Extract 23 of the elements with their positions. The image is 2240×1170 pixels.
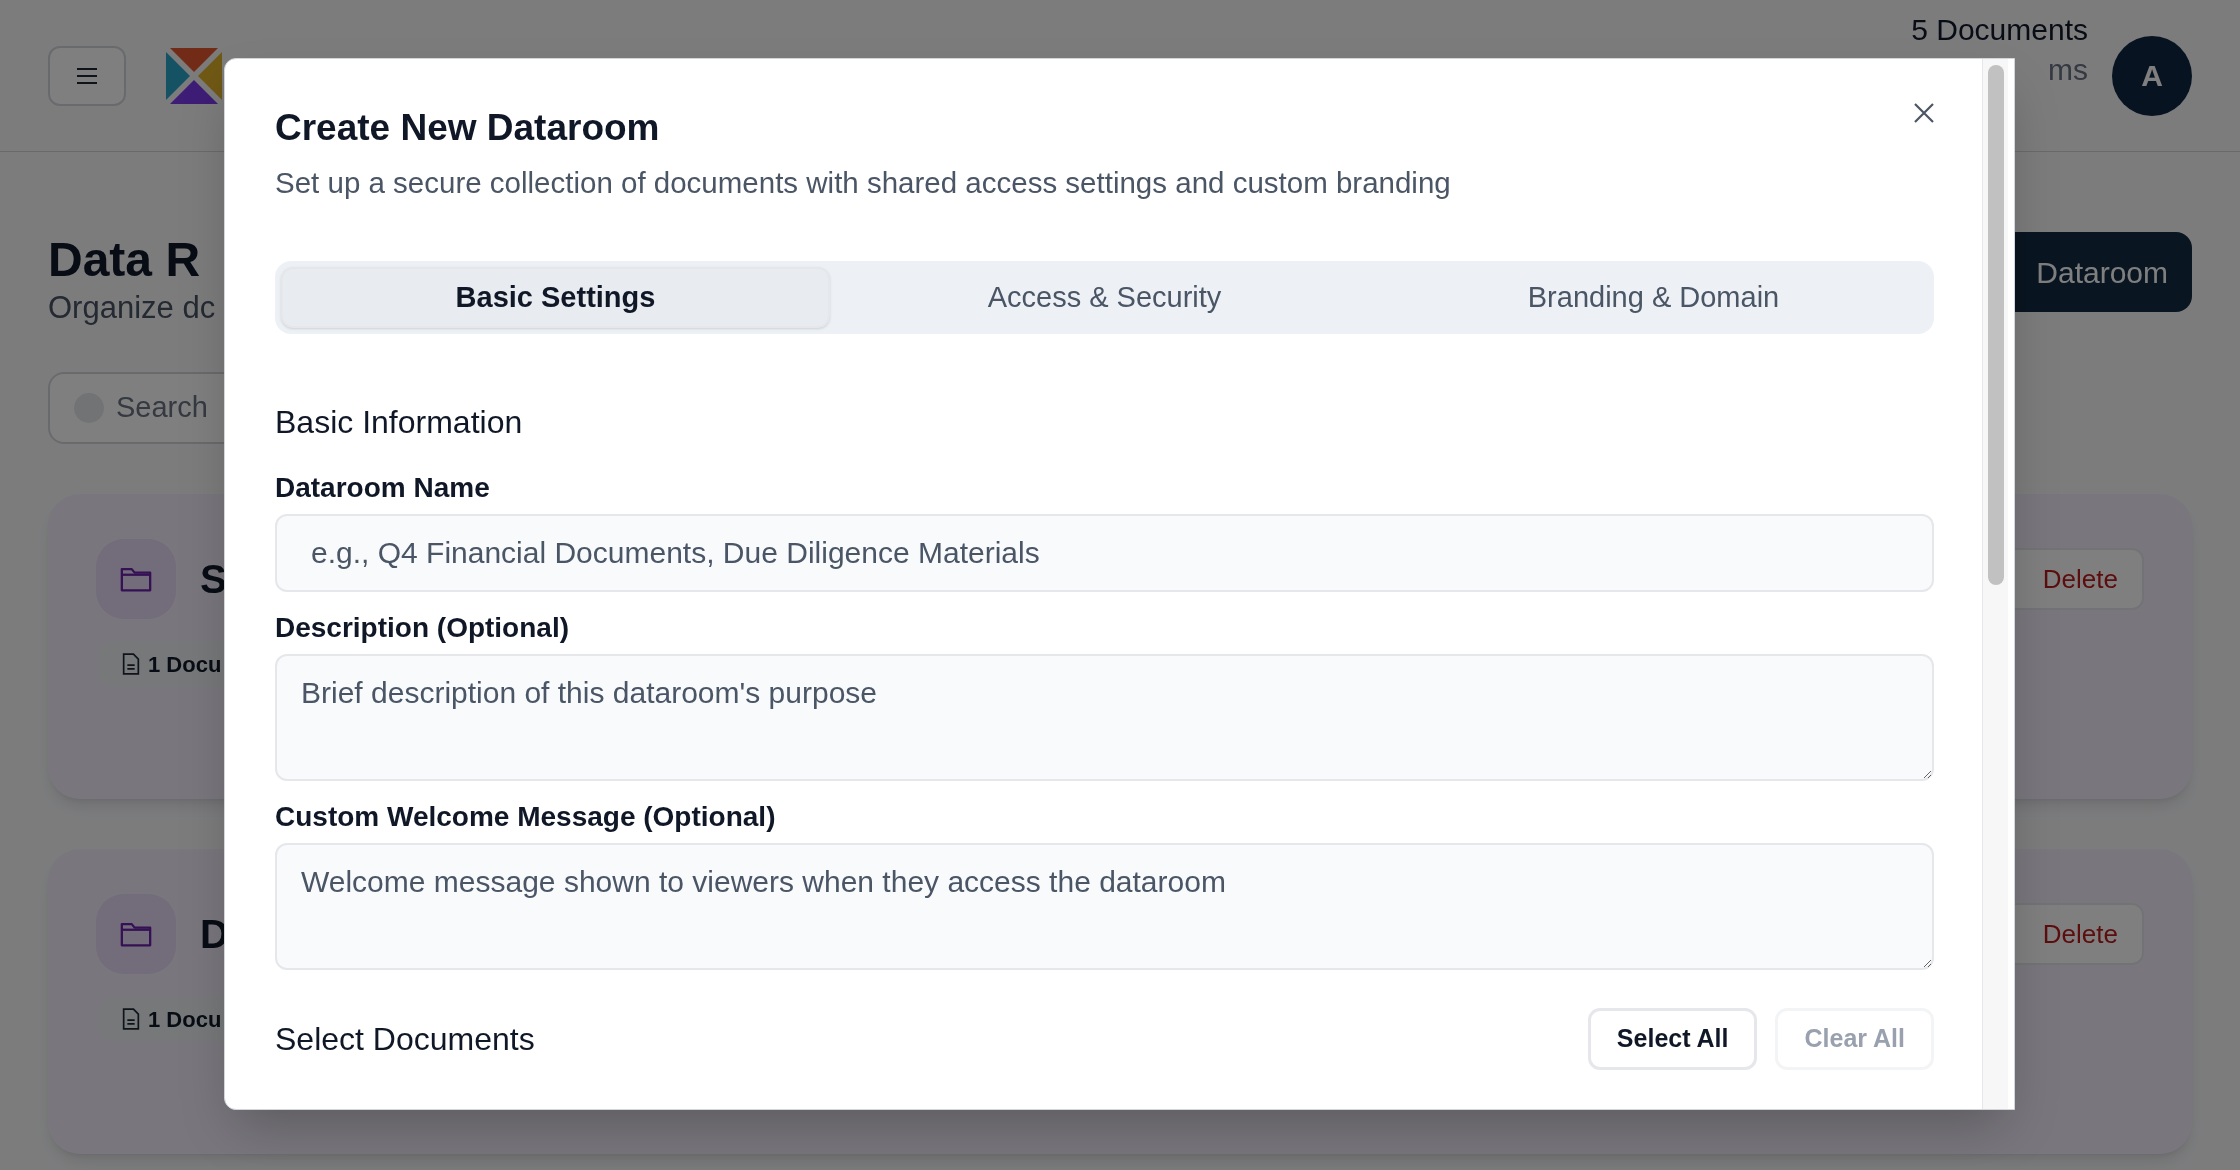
document-count: 5 Documents <box>1911 12 2088 48</box>
page-subtitle: Organize dc <box>48 289 216 327</box>
dialog-title: Create New Dataroom <box>275 106 660 150</box>
field-label: Dataroom Name <box>275 471 491 505</box>
menu-icon <box>75 65 99 86</box>
scrollbar-thumb[interactable] <box>1987 65 2004 585</box>
menu-button[interactable] <box>48 45 126 106</box>
dataroom-name: S <box>200 556 227 603</box>
field-label: Custom Welcome Message (Optional) <box>275 800 777 834</box>
dialog-subtitle: Set up a secure collection of documents with shared access settings and custom branding <box>275 165 1451 201</box>
close-icon <box>1912 101 1936 125</box>
user-avatar[interactable]: A <box>2112 35 2192 116</box>
tab[interactable]: Access & Security <box>830 267 1379 328</box>
document-icon <box>122 653 140 675</box>
document-icon <box>122 1008 140 1030</box>
welcome-message-field[interactable]: Welcome message shown to viewers when they access the dataroom <box>275 843 1934 970</box>
description-field[interactable]: Brief description of this dataroom's purpose <box>275 654 1934 781</box>
section-heading: Basic Information <box>275 403 523 442</box>
tab[interactable]: Basic Settings <box>281 267 830 328</box>
page-title: Data R <box>48 232 202 288</box>
dataroom-count: ms <box>2048 52 2088 88</box>
select-all-button[interactable]: Select All <box>1587 1008 1758 1070</box>
name-field[interactable]: e.g., Q4 Financial Documents, Due Diligence Materials <box>275 514 1934 592</box>
